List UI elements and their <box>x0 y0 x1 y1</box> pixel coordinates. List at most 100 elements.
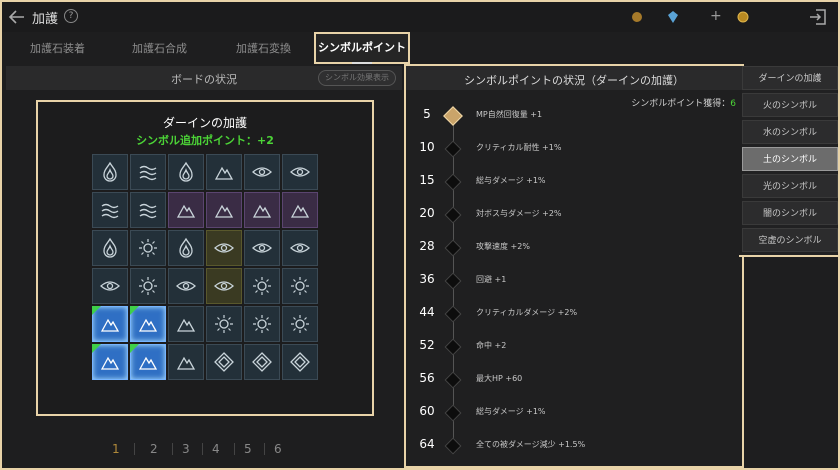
placed-symbol-cell[interactable] <box>130 306 166 342</box>
symbol-cell[interactable] <box>92 192 128 228</box>
symbol-effect-button[interactable]: シンボル効果表示 <box>318 70 396 86</box>
symbol-cell[interactable] <box>92 154 128 190</box>
tab-stone-equip[interactable]: 加護石装着 <box>30 40 85 56</box>
sidebar-item[interactable]: 空虚のシンボル <box>742 228 838 252</box>
board-status-header: ボードの状況 シンボル効果表示 <box>6 66 402 90</box>
milestone-effect: 全ての被ダメージ減少 +1.5% <box>476 440 586 449</box>
symbol-cell[interactable] <box>168 230 204 266</box>
wave-symbol-icon <box>139 165 157 181</box>
symbol-cell[interactable] <box>282 154 318 190</box>
placed-flag-icon <box>130 344 139 353</box>
milestone-level: 36 <box>419 272 435 286</box>
symbol-cell[interactable] <box>206 230 242 266</box>
tab-stone-convert[interactable]: 加護石変換 <box>236 40 291 56</box>
symbol-cell[interactable] <box>206 154 242 190</box>
symbol-cell[interactable] <box>168 344 204 380</box>
page-5[interactable]: 5 <box>244 442 252 456</box>
placed-symbol-cell[interactable] <box>92 306 128 342</box>
milestone-effect: クリティカル耐性 +1% <box>476 143 562 152</box>
exit-icon[interactable] <box>808 8 828 26</box>
milestone-level: 56 <box>419 371 435 385</box>
sun-symbol-icon <box>139 239 157 257</box>
mountain-symbol-icon <box>252 204 272 218</box>
back-arrow-icon[interactable] <box>8 9 26 25</box>
symbol-cell[interactable] <box>92 268 128 304</box>
page-6[interactable]: 6 <box>274 442 282 456</box>
milestone-row: 15 総与ダメージ +1% <box>406 172 742 192</box>
sidebar-item[interactable]: 水のシンボル <box>742 120 838 144</box>
symbol-cell[interactable] <box>244 344 280 380</box>
symbol-point-detail: シンボルポイントの状況（ダーインの加護） シンボルポイント獲得：6 5 MP自然回… <box>404 64 744 468</box>
eye-symbol-icon <box>252 243 272 253</box>
symbol-cell[interactable] <box>206 306 242 342</box>
symbol-grid <box>92 154 318 380</box>
sidebar-item[interactable]: ダーインの加護 <box>742 66 838 90</box>
page-divider <box>264 443 265 455</box>
page-4[interactable]: 4 <box>212 442 220 456</box>
symbol-cell[interactable] <box>130 230 166 266</box>
milestone-level: 28 <box>419 239 435 253</box>
symbol-cell[interactable] <box>282 306 318 342</box>
placed-symbol-cell[interactable] <box>130 344 166 380</box>
tab-symbol-points[interactable]: シンボルポイント <box>314 32 410 64</box>
milestone-row: 28 攻撃速度 +2% <box>406 238 742 258</box>
eye-symbol-icon <box>214 281 234 291</box>
symbol-cell[interactable] <box>130 192 166 228</box>
placed-flag-icon <box>130 306 139 315</box>
symbol-cell[interactable] <box>282 344 318 380</box>
symbol-cell[interactable] <box>168 192 204 228</box>
mountain-symbol-icon <box>138 356 158 370</box>
symbol-cell[interactable] <box>168 154 204 190</box>
page-1[interactable]: 1 <box>112 442 120 456</box>
page-3[interactable]: 3 <box>182 442 190 456</box>
symbol-cell[interactable] <box>244 192 280 228</box>
eye-symbol-icon <box>100 281 120 291</box>
page-title: 加護 <box>32 12 59 27</box>
milestone-row: 64 全ての被ダメージ減少 +1.5% <box>406 436 742 456</box>
eye-symbol-icon <box>176 281 196 291</box>
symbol-cell[interactable] <box>168 268 204 304</box>
mountain-symbol-icon <box>214 166 234 180</box>
symbol-cell[interactable] <box>282 230 318 266</box>
tab-stone-merge[interactable]: 加護石合成 <box>132 40 187 56</box>
symbol-cell[interactable] <box>92 230 128 266</box>
symbol-cell[interactable] <box>168 306 204 342</box>
milestone-effect: 総与ダメージ +1% <box>476 407 546 416</box>
milestone-locked-icon <box>444 437 462 455</box>
page-divider <box>202 443 203 455</box>
milestone-locked-icon <box>444 206 462 224</box>
symbol-cell[interactable] <box>206 344 242 380</box>
sidebar-divider <box>739 255 840 257</box>
eye-symbol-icon <box>290 243 310 253</box>
add-currency-button[interactable]: + <box>710 8 722 24</box>
board-name: ダーインの加護 <box>162 116 247 130</box>
gem-icon <box>668 11 678 23</box>
symbol-cell[interactable] <box>206 192 242 228</box>
sidebar-item[interactable]: 火のシンボル <box>742 93 838 117</box>
symbol-cell[interactable] <box>244 154 280 190</box>
symbol-cell[interactable] <box>244 306 280 342</box>
sidebar-item[interactable]: 闇のシンボル <box>742 201 838 225</box>
milestone-locked-icon <box>444 140 462 158</box>
symbol-cell[interactable] <box>130 268 166 304</box>
eye-symbol-icon <box>290 167 310 177</box>
page-2[interactable]: 2 <box>150 442 158 456</box>
help-icon[interactable]: ? <box>64 9 78 23</box>
sidebar-item[interactable]: 土のシンボル <box>742 147 838 171</box>
milestone-effect: MP自然回復量 +1 <box>476 110 543 119</box>
symbol-cell[interactable] <box>282 268 318 304</box>
sidebar-item[interactable]: 光のシンボル <box>742 174 838 198</box>
symbol-cell[interactable] <box>130 154 166 190</box>
symbol-cell[interactable] <box>244 268 280 304</box>
page-divider <box>134 443 135 455</box>
symbol-cell[interactable] <box>244 230 280 266</box>
symbol-cell[interactable] <box>206 268 242 304</box>
eye-symbol-icon <box>214 243 234 253</box>
diamond-symbol-icon <box>290 352 310 372</box>
placed-symbol-cell[interactable] <box>92 344 128 380</box>
symbol-cell[interactable] <box>282 192 318 228</box>
milestone-level: 15 <box>419 173 435 187</box>
gold-icon <box>737 11 749 23</box>
mountain-symbol-icon <box>176 318 196 332</box>
milestone-level: 10 <box>419 140 435 154</box>
